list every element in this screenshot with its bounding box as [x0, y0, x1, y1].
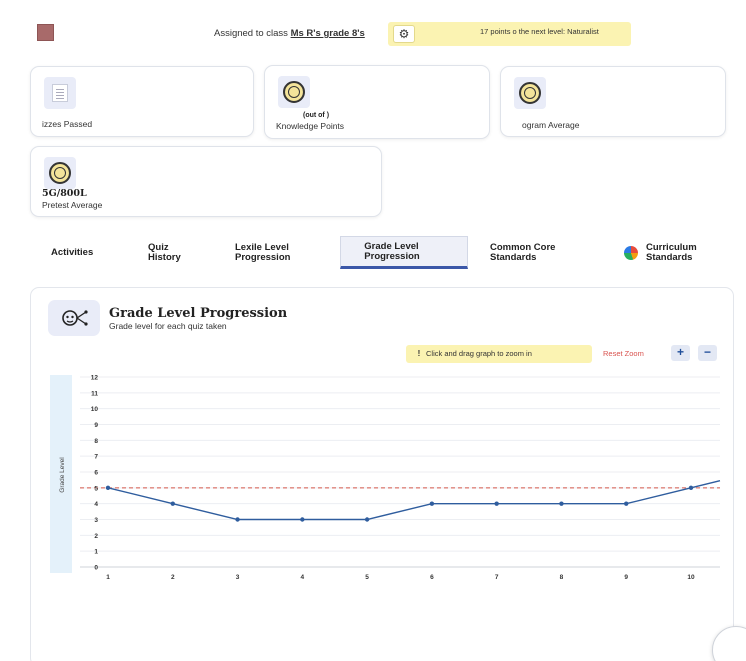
series-line	[107, 480, 721, 521]
y-tick-label: 8	[94, 438, 98, 445]
y-tick-label: 0	[94, 565, 98, 572]
x-tick-label: 2	[171, 574, 175, 581]
x-tick-label: 1	[106, 574, 110, 581]
y-tick-label: 7	[94, 454, 98, 461]
data-point	[235, 517, 240, 522]
y-tick-label: 5	[94, 485, 98, 492]
data-point	[364, 517, 370, 522]
x-tick-label: 3	[236, 574, 240, 581]
x-tick-label: 10	[687, 574, 695, 581]
data-point	[624, 501, 629, 506]
y-tick-label: 4	[94, 501, 98, 508]
y-tick-label: 1	[94, 549, 98, 556]
x-tick-label: 4	[301, 574, 305, 581]
y-tick-label: 2	[94, 533, 98, 540]
y-tick-label: 9	[94, 422, 98, 429]
data-point	[170, 501, 175, 506]
data-point	[688, 485, 694, 491]
y-tick-label: 3	[94, 517, 98, 524]
x-tick-label: 8	[560, 574, 564, 581]
data-point	[559, 501, 564, 506]
y-axis-label: Grade Level	[59, 457, 66, 493]
y-tick-label: 6	[94, 470, 98, 477]
grade-level-chart[interactable]: 0123456789101112 1 2 3 4 5 6 7 8 9 10 Grade Level	[0, 0, 746, 661]
data-point	[105, 485, 111, 491]
x-tick-label: 6	[430, 574, 434, 581]
x-tick-label: 5	[365, 574, 369, 581]
y-tick-label: 11	[91, 390, 98, 397]
x-tick-label: 9	[624, 574, 628, 581]
x-tick-label: 7	[495, 574, 499, 581]
y-tick-label: 12	[91, 375, 99, 382]
data-point	[300, 517, 305, 522]
data-point	[429, 501, 435, 506]
y-tick-label: 10	[91, 406, 99, 413]
data-point	[494, 501, 499, 506]
